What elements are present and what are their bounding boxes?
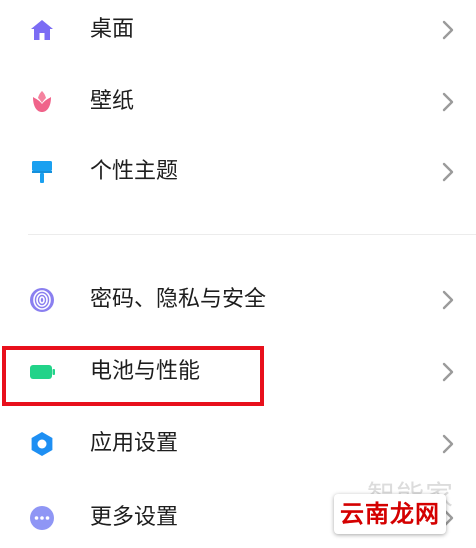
section-divider [28, 234, 476, 235]
settings-item-label: 更多设置 [90, 505, 179, 530]
settings-item-label: 壁纸 [90, 89, 135, 114]
paint-roller-icon [28, 158, 56, 186]
watermark-badge-text: 云南龙网 [340, 500, 440, 528]
settings-item-privacy-security[interactable]: 密码、隐私与安全 [0, 270, 476, 330]
settings-item-wallpaper[interactable]: 壁纸 [0, 72, 476, 132]
watermark-badge: 云南龙网 [334, 494, 446, 534]
settings-item-app-settings[interactable]: 应用设置 [0, 414, 476, 474]
house-icon [28, 16, 56, 44]
chevron-right-icon [440, 359, 456, 385]
tulip-icon [28, 88, 56, 116]
highlight-annotation-box [2, 346, 264, 406]
settings-item-theme[interactable]: 个性主题 [0, 142, 476, 202]
settings-item-label: 桌面 [90, 17, 135, 42]
chevron-right-icon [440, 431, 456, 457]
chevron-right-icon [440, 159, 456, 185]
settings-item-desktop[interactable]: 桌面 [0, 0, 476, 60]
settings-item-label: 应用设置 [90, 431, 179, 456]
fingerprint-icon [28, 286, 56, 314]
settings-item-label: 个性主题 [90, 159, 179, 184]
chevron-right-icon [440, 89, 456, 115]
chevron-right-icon [440, 17, 456, 43]
chevron-right-icon [440, 287, 456, 313]
gear-icon [28, 430, 56, 458]
settings-list: 桌面 壁纸 个性主题 密码、隐私与安全 电池与性能 应用设置 更多设置 云南龙网 [0, 0, 476, 540]
more-dots-icon [28, 504, 56, 532]
settings-item-label: 密码、隐私与安全 [90, 287, 267, 312]
